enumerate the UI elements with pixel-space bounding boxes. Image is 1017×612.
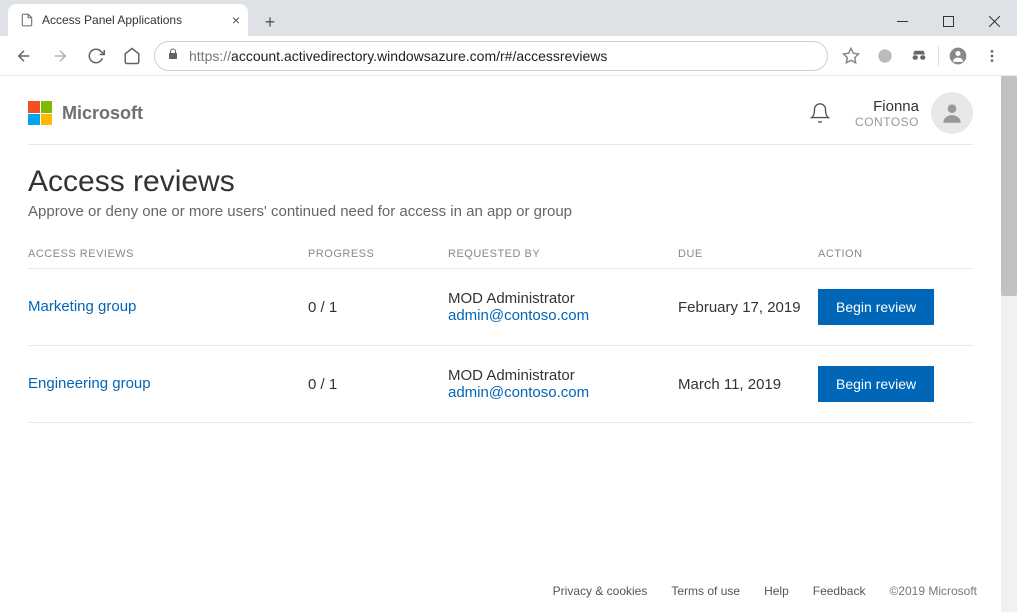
- footer-help-link[interactable]: Help: [764, 584, 789, 598]
- begin-review-button[interactable]: Begin review: [818, 289, 934, 325]
- forward-button[interactable]: [46, 42, 74, 70]
- cell-requested-by: MOD Administrator admin@contoso.com: [448, 290, 678, 324]
- close-window-button[interactable]: [971, 6, 1017, 36]
- profile-icon[interactable]: [943, 41, 973, 71]
- maximize-button[interactable]: [925, 6, 971, 36]
- cell-name: Marketing group: [28, 298, 308, 316]
- microsoft-logo-icon: [28, 101, 52, 125]
- tab-strip: Access Panel Applications × +: [0, 0, 1017, 36]
- footer-terms-link[interactable]: Terms of use: [671, 584, 740, 598]
- reviews-table: ACCESS REVIEWS PROGRESS REQUESTED BY DUE…: [28, 248, 973, 423]
- notifications-icon[interactable]: [809, 102, 831, 124]
- col-header-name: ACCESS REVIEWS: [28, 248, 308, 260]
- page-footer: Privacy & cookies Terms of use Help Feed…: [553, 584, 977, 598]
- user-name: Fionna: [855, 98, 919, 115]
- requester-email-link[interactable]: admin@contoso.com: [448, 307, 678, 324]
- page-title: Access reviews: [28, 165, 973, 199]
- url-prefix: https://: [189, 48, 231, 64]
- url-text: https://account.activedirectory.windowsa…: [189, 48, 607, 64]
- page-content: Microsoft Fionna CONTOSO Access reviews: [0, 76, 1001, 612]
- cell-due: March 11, 2019: [678, 376, 818, 393]
- col-header-due: DUE: [678, 248, 818, 260]
- back-button[interactable]: [10, 42, 38, 70]
- cell-action: Begin review: [818, 366, 958, 402]
- extension-icon[interactable]: [870, 41, 900, 71]
- cell-name: Engineering group: [28, 375, 308, 393]
- requester-name: MOD Administrator: [448, 290, 575, 307]
- scrollbar-thumb[interactable]: [1001, 76, 1017, 296]
- requester-name: MOD Administrator: [448, 367, 575, 384]
- user-org: CONTOSO: [855, 115, 919, 129]
- cell-action: Begin review: [818, 289, 958, 325]
- address-bar[interactable]: https://account.activedirectory.windowsa…: [154, 41, 828, 71]
- file-icon: [20, 13, 34, 27]
- page-header: Microsoft Fionna CONTOSO: [28, 92, 973, 145]
- col-header-requested-by: REQUESTED BY: [448, 248, 678, 260]
- col-header-progress: PROGRESS: [308, 248, 448, 260]
- user-menu[interactable]: Fionna CONTOSO: [855, 92, 973, 134]
- cell-progress: 0 / 1: [308, 376, 448, 393]
- user-names: Fionna CONTOSO: [855, 98, 919, 129]
- requester-email-link[interactable]: admin@contoso.com: [448, 384, 678, 401]
- table-header-row: ACCESS REVIEWS PROGRESS REQUESTED BY DUE…: [28, 248, 973, 269]
- header-right: Fionna CONTOSO: [809, 92, 973, 134]
- browser-chrome: Access Panel Applications × + https://ac…: [0, 0, 1017, 76]
- cell-due: February 17, 2019: [678, 299, 818, 316]
- scrollbar[interactable]: [1001, 76, 1017, 612]
- begin-review-button[interactable]: Begin review: [818, 366, 934, 402]
- minimize-button[interactable]: [879, 6, 925, 36]
- brand-name: Microsoft: [62, 103, 143, 124]
- toolbar-right: [836, 41, 1007, 71]
- table-row: Engineering group 0 / 1 MOD Administrato…: [28, 346, 973, 423]
- lock-icon: [167, 48, 179, 63]
- browser-tab[interactable]: Access Panel Applications ×: [8, 4, 248, 36]
- col-header-action: ACTION: [818, 248, 958, 260]
- close-icon[interactable]: ×: [232, 12, 240, 28]
- tab-title: Access Panel Applications: [42, 13, 182, 27]
- star-icon[interactable]: [836, 41, 866, 71]
- browser-toolbar: https://account.activedirectory.windowsa…: [0, 36, 1017, 76]
- new-tab-button[interactable]: +: [256, 8, 284, 36]
- table-row: Marketing group 0 / 1 MOD Administrator …: [28, 269, 973, 346]
- footer-copyright: ©2019 Microsoft: [889, 584, 977, 598]
- menu-icon[interactable]: [977, 41, 1007, 71]
- url-host: account.activedirectory.windowsazure.com…: [231, 48, 607, 64]
- brand[interactable]: Microsoft: [28, 101, 143, 125]
- window-controls: [879, 6, 1017, 36]
- footer-privacy-link[interactable]: Privacy & cookies: [553, 584, 648, 598]
- cell-progress: 0 / 1: [308, 299, 448, 316]
- avatar: [931, 92, 973, 134]
- footer-feedback-link[interactable]: Feedback: [813, 584, 866, 598]
- home-button[interactable]: [118, 42, 146, 70]
- review-name-link[interactable]: Engineering group: [28, 375, 151, 392]
- cell-requested-by: MOD Administrator admin@contoso.com: [448, 367, 678, 401]
- review-name-link[interactable]: Marketing group: [28, 298, 136, 315]
- divider: [938, 46, 939, 66]
- reload-button[interactable]: [82, 42, 110, 70]
- incognito-icon[interactable]: [904, 41, 934, 71]
- page-subtitle: Approve or deny one or more users' conti…: [28, 203, 973, 220]
